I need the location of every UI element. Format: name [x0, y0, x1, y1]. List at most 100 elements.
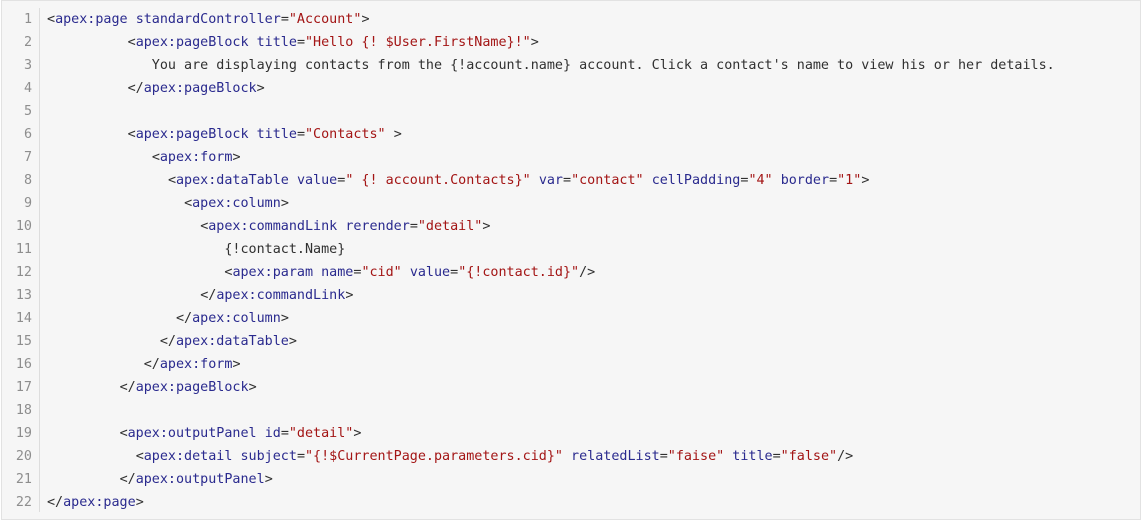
- code-token-attr: var: [538, 173, 563, 188]
- code-token-punct: =: [296, 127, 305, 142]
- code-token-tag: apex:column: [192, 311, 281, 326]
- code-token-attr: title: [256, 127, 297, 142]
- code-token-txt: You are displaying contacts from the {!a…: [47, 58, 1055, 73]
- line-code: </apex:pageBlock>: [47, 376, 257, 399]
- code-token-str: "Contacts": [305, 127, 386, 142]
- code-line: 11 {!contact.Name}: [2, 238, 1140, 261]
- code-token-punct: >: [264, 472, 273, 487]
- line-code: {!contact.Name}: [47, 238, 345, 261]
- line-code: </apex:dataTable>: [47, 330, 297, 353]
- code-token-tag: apex:form: [159, 357, 233, 372]
- code-token-punct: <: [184, 196, 193, 211]
- code-token-tag: apex:detail: [143, 449, 233, 464]
- line-code: <apex:outputPanel id="detail">: [47, 422, 362, 445]
- line-number: 6: [23, 127, 32, 142]
- code-token-punct: >: [135, 495, 144, 510]
- line-code: <apex:column>: [47, 192, 289, 215]
- line-number: 2: [23, 35, 32, 50]
- code-token-tag: apex:pageBlock: [143, 81, 257, 96]
- code-token-tag: apex:dataTable: [176, 334, 289, 349]
- code-token-tag: apex:column: [192, 196, 281, 211]
- line-code: </apex:form>: [47, 353, 241, 376]
- code-line: 22 </apex:page>: [2, 491, 1140, 514]
- code-token-attr: relatedList: [571, 449, 660, 464]
- code-token-str: "faise": [667, 449, 725, 464]
- line-number: 8: [23, 173, 32, 188]
- code-token-str: "4": [748, 173, 773, 188]
- code-token-punct: =: [563, 173, 572, 188]
- code-token-str: "Account": [288, 12, 362, 27]
- code-token-punct: >: [288, 334, 297, 349]
- line-code: </apex:pageBlock>: [47, 77, 265, 100]
- line-number: 19: [15, 426, 32, 441]
- code-token-attr: name: [321, 265, 354, 280]
- code-token-attr: rerender: [345, 219, 410, 234]
- line-code: </apex:commandLink>: [47, 284, 353, 307]
- line-code: <apex:pageBlock title="Hello {! $User.Fi…: [47, 31, 539, 54]
- code-line: 1 <apex:page standardController="Account"…: [2, 8, 1140, 31]
- code-token-punct: <: [135, 449, 144, 464]
- line-number: 16: [15, 357, 32, 372]
- code-line: 3 You are displaying contacts from the {…: [2, 54, 1140, 77]
- code-token-punct: >: [280, 196, 289, 211]
- code-token-punct: >: [280, 311, 289, 326]
- code-token-punct: >: [861, 173, 870, 188]
- code-token-punct: =: [409, 219, 418, 234]
- line-number: 15: [15, 334, 32, 349]
- code-token-punct: <: [127, 35, 136, 50]
- code-block: 1 <apex:page standardController="Account"…: [1, 0, 1141, 520]
- code-token-punct: =: [659, 449, 668, 464]
- code-token-tag: apex:page: [55, 12, 128, 27]
- code-token-punct: </: [143, 357, 160, 372]
- code-token-punct: </: [47, 495, 64, 510]
- code-line: 7 <apex:form>: [2, 146, 1140, 169]
- line-code: <apex:detail subject="{!$CurrentPage.par…: [47, 445, 854, 468]
- line-number: 21: [15, 472, 32, 487]
- line-number: 12: [15, 265, 32, 280]
- line-code: <apex:commandLink rerender="detail">: [47, 215, 490, 238]
- code-token-tag: apex:commandLink: [208, 219, 338, 234]
- line-number: 20: [15, 449, 32, 464]
- code-token-attr: id: [264, 426, 281, 441]
- code-token-str: "{!$CurrentPage.parameters.cid}": [305, 449, 563, 464]
- code-line: 13 </apex:commandLink>: [2, 284, 1140, 307]
- code-token-tag: apex:page: [63, 495, 136, 510]
- code-token-str: "cid": [361, 265, 402, 280]
- code-token-punct: >: [393, 127, 402, 142]
- code-token-attr: title: [732, 449, 773, 464]
- line-number: 14: [15, 311, 32, 326]
- code-token-attr: standardController: [135, 12, 281, 27]
- code-token-punct: >: [248, 380, 257, 395]
- code-token-str: "1": [837, 173, 862, 188]
- code-token-punct: >: [232, 357, 241, 372]
- line-number: 13: [15, 288, 32, 303]
- line-number: 3: [23, 58, 32, 73]
- code-token-punct: </: [176, 311, 193, 326]
- line-code: <apex:form>: [47, 146, 241, 169]
- code-token-punct: >: [482, 219, 491, 234]
- code-token-tag: apex:pageBlock: [135, 127, 249, 142]
- line-number: 11: [15, 242, 32, 257]
- code-token-punct: =: [280, 426, 289, 441]
- code-token-punct: />: [837, 449, 854, 464]
- code-token-punct: <: [151, 150, 160, 165]
- line-number: 4: [23, 81, 32, 96]
- code-token-tag: apex:commandLink: [216, 288, 346, 303]
